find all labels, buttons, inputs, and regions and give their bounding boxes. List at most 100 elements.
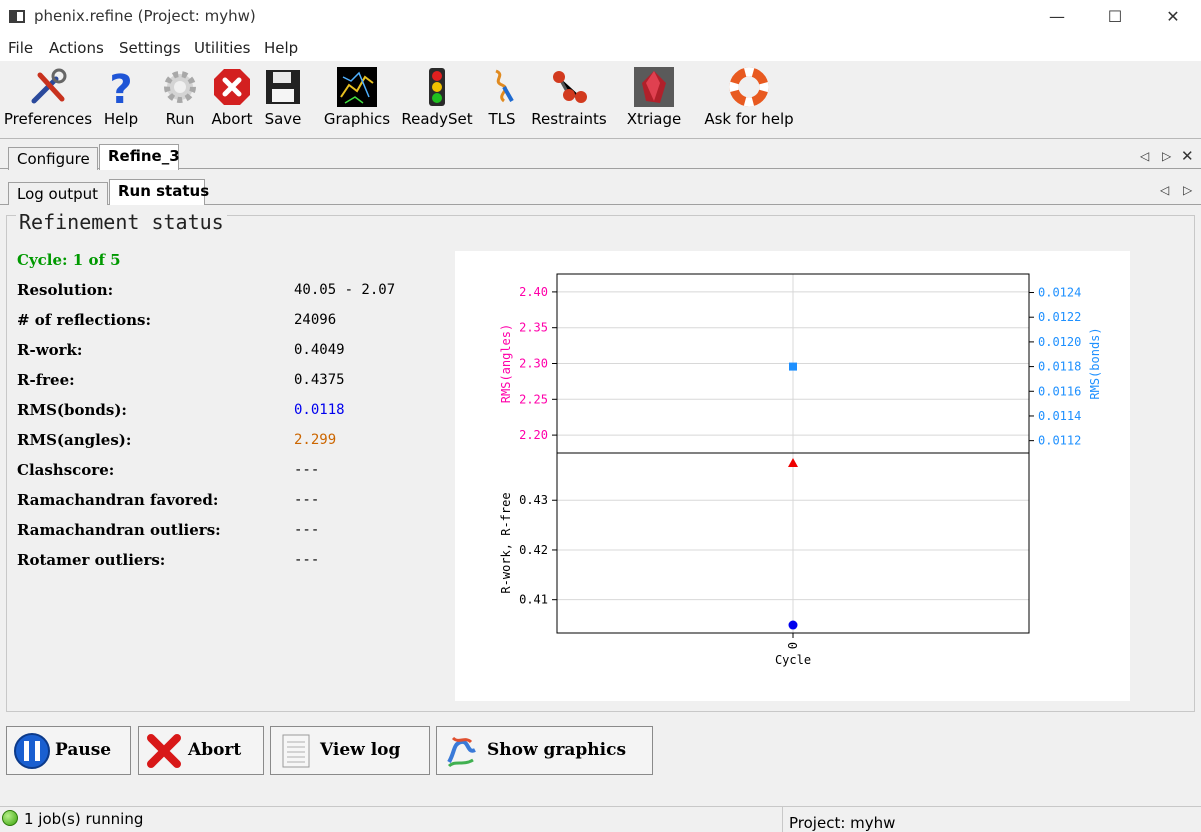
- rotamer-outliers-label: Rotamer outliers:: [17, 551, 166, 569]
- tab-configure[interactable]: Configure: [8, 147, 98, 170]
- tab-scroll-right-icon[interactable]: ▷: [1162, 149, 1171, 163]
- top-right-tick-label: 0.0122: [1038, 310, 1081, 324]
- abort-button[interactable]: Abort: [208, 61, 256, 135]
- r-work-label: R-work:: [17, 341, 83, 359]
- top-left-tick-label: 2.35: [519, 321, 548, 335]
- top-right-axis-label: RMS(bonds): [1088, 327, 1102, 399]
- close-button[interactable]: ✕: [1153, 4, 1193, 30]
- pause-icon: [14, 733, 50, 769]
- top-left-tick-label: 2.30: [519, 357, 548, 371]
- clashscore-label: Clashscore:: [17, 461, 115, 479]
- menu-settings[interactable]: Settings: [119, 39, 181, 57]
- log-sheet-icon: [282, 734, 310, 768]
- top-left-tick-label: 2.40: [519, 285, 548, 299]
- cycle-label: Cycle: 1 of 5: [17, 251, 121, 269]
- rms-bonds-point: [789, 362, 797, 371]
- top-right-tick-label: 0.0112: [1038, 434, 1081, 448]
- status-bar: 1 job(s) running Project: myhw: [0, 806, 1201, 832]
- x-axis-label: Cycle: [775, 653, 811, 667]
- subtab-scroll-left-icon[interactable]: ◁: [1160, 183, 1169, 197]
- restraints-atoms-icon: [553, 71, 587, 103]
- menu-actions[interactable]: Actions: [49, 39, 104, 57]
- stop-x-icon: [214, 69, 250, 105]
- abort-run-label: Abort: [188, 740, 242, 760]
- rama-outliers-label: Ramachandran outliers:: [17, 521, 221, 539]
- run-label: Run: [165, 110, 195, 128]
- rama-outliers-value: ---: [294, 522, 320, 538]
- reflections-value: 24096: [294, 312, 337, 328]
- r-work-point: [788, 620, 798, 630]
- tls-label: TLS: [488, 110, 516, 128]
- ask-for-help-button[interactable]: Ask for help: [700, 61, 798, 135]
- top-right-tick-label: 0.0116: [1038, 384, 1081, 398]
- help-button[interactable]: ? Help: [98, 61, 144, 135]
- title-bar: phenix.refine (Project: myhw) — ☐ ✕: [0, 0, 1201, 36]
- readyset-label: ReadySet: [401, 110, 473, 128]
- minimize-button[interactable]: —: [1037, 4, 1077, 30]
- graphics-label: Graphics: [323, 110, 391, 128]
- top-right-tick-label: 0.0120: [1038, 335, 1081, 349]
- app-icon: [9, 10, 25, 23]
- r-work-value: 0.4049: [294, 342, 345, 358]
- tab-log-output[interactable]: Log output: [8, 182, 108, 205]
- resolution-label: Resolution:: [17, 281, 114, 299]
- show-graphics-button[interactable]: Show graphics: [436, 726, 653, 775]
- show-graphics-label: Show graphics: [487, 740, 627, 760]
- floppy-disk-icon: [266, 70, 300, 104]
- save-button[interactable]: Save: [262, 61, 304, 135]
- molecule-graphics-icon: [337, 67, 377, 107]
- r-free-label: R-free:: [17, 371, 75, 389]
- rms-angles-value: 2.299: [294, 432, 337, 448]
- chart-svg: 2.20 2.25 2.30 2.35 2.40 0.0112 0.0114 0.0116 0.…: [499, 273, 1102, 667]
- r-free-value: 0.4375: [294, 372, 345, 388]
- abort-label: Abort: [211, 110, 253, 128]
- rms-angles-label: RMS(angles):: [17, 431, 132, 449]
- view-log-label: View log: [320, 740, 401, 760]
- preferences-label: Preferences: [3, 110, 93, 128]
- tls-helix-icon: [495, 69, 514, 103]
- run-button[interactable]: Run: [158, 61, 202, 135]
- panel-title: Refinement status: [16, 210, 227, 234]
- menu-help[interactable]: Help: [264, 39, 298, 57]
- xtriage-button[interactable]: Xtriage: [622, 61, 686, 135]
- bottom-axis-label: R-work, R-free: [499, 492, 513, 593]
- window-title: phenix.refine (Project: myhw): [34, 7, 256, 25]
- subtab-scroll-right-icon[interactable]: ▷: [1183, 183, 1192, 197]
- view-log-button[interactable]: View log: [270, 726, 430, 775]
- clashscore-value: ---: [294, 462, 320, 478]
- rama-favored-value: ---: [294, 492, 320, 508]
- jobs-running-text: 1 job(s) running: [24, 810, 144, 828]
- restraints-button[interactable]: Restraints: [530, 61, 608, 135]
- menu-utilities[interactable]: Utilities: [194, 39, 250, 57]
- menu-file[interactable]: File: [8, 39, 33, 57]
- abort-run-button[interactable]: Abort: [138, 726, 264, 775]
- top-left-axis-label: RMS(angles): [499, 324, 513, 403]
- graphics-button[interactable]: Graphics: [322, 61, 392, 135]
- tab-close-icon[interactable]: ✕: [1181, 147, 1194, 165]
- tab-run-status[interactable]: Run status: [109, 179, 209, 205]
- bottom-tick-label: 0.43: [519, 493, 548, 507]
- top-left-tick-label: 2.20: [519, 428, 548, 442]
- menu-bar: File Actions Settings Utilities Help: [0, 36, 1201, 61]
- help-label: Help: [103, 110, 139, 128]
- restraints-label: Restraints: [531, 110, 607, 128]
- protein-ribbon-icon: [447, 736, 476, 768]
- tab-refine-3[interactable]: Refine_3: [99, 144, 180, 170]
- rama-favored-label: Ramachandran favored:: [17, 491, 219, 509]
- pause-button[interactable]: Pause: [6, 726, 131, 775]
- tls-button[interactable]: TLS: [482, 61, 522, 135]
- tab-scroll-left-icon[interactable]: ◁: [1140, 149, 1149, 163]
- top-left-tick-label: 2.25: [519, 392, 548, 406]
- red-x-icon: [147, 734, 181, 768]
- rms-bonds-value: 0.0118: [294, 402, 345, 418]
- reflections-label: # of reflections:: [17, 311, 152, 329]
- resolution-value: 40.05 - 2.07: [294, 282, 396, 298]
- top-right-tick-label: 0.0118: [1038, 360, 1081, 374]
- maximize-button[interactable]: ☐: [1095, 4, 1135, 30]
- status-led-icon: [2, 810, 18, 826]
- rotamer-outliers-value: ---: [294, 552, 320, 568]
- preferences-button[interactable]: Preferences: [2, 61, 94, 135]
- main-tab-bar: Configure Refine_3 ◁ ▷ ✕: [0, 140, 1201, 170]
- readyset-button[interactable]: ReadySet: [400, 61, 474, 135]
- svg-text:?: ?: [109, 67, 132, 107]
